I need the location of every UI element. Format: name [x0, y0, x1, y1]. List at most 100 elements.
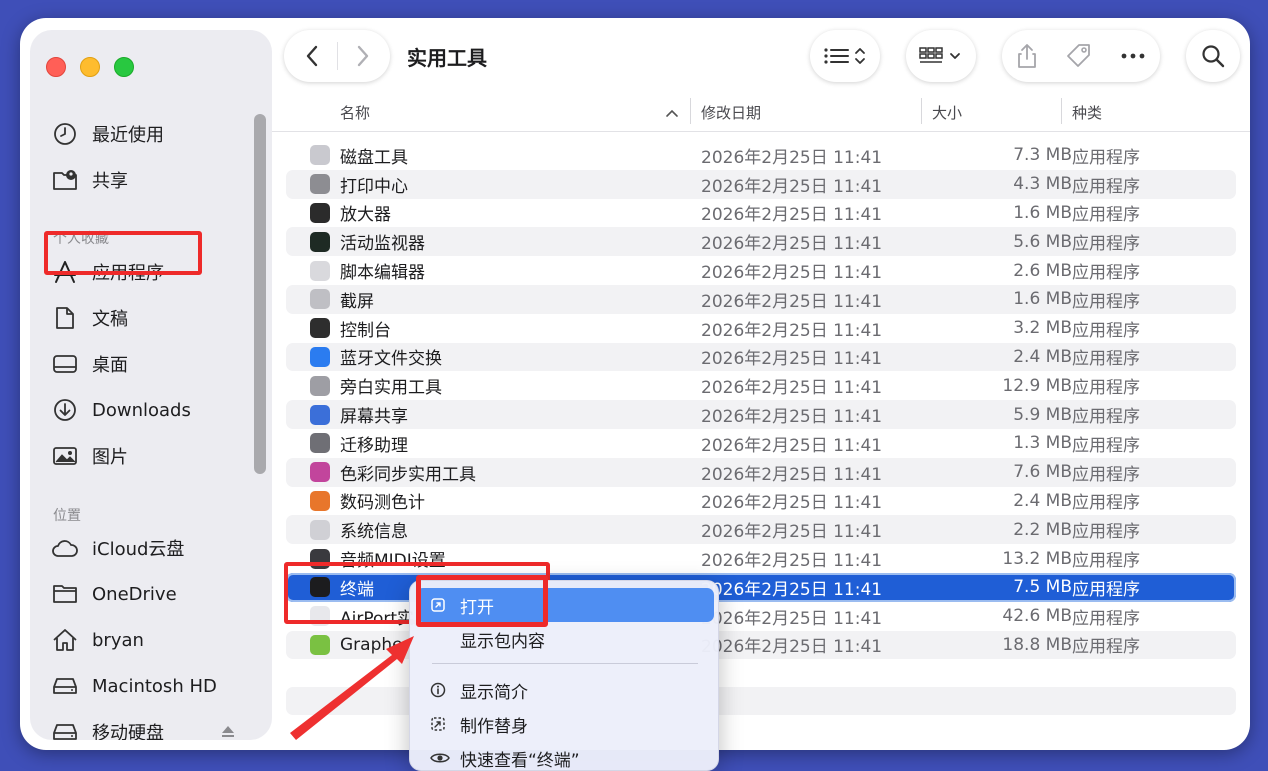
search-button[interactable] [1186, 30, 1240, 82]
file-size: 2.2 MB [1013, 519, 1072, 540]
sidebar-item-downloads[interactable]: Downloads [50, 393, 250, 427]
menu-item-show-package-contents[interactable]: 显示包内容 [416, 622, 714, 656]
sidebar-item-icloud[interactable]: iCloud云盘 [50, 531, 250, 565]
disk-icon [50, 673, 80, 699]
menu-item-label: 显示包内容 [460, 631, 545, 652]
share-button[interactable] [1016, 43, 1038, 69]
file-row[interactable]: 色彩同步实用工具 2026年2月25日 11:41 7.6 MB 应用程序 [286, 457, 1236, 487]
file-kind: 应用程序 [1072, 637, 1140, 658]
file-row[interactable]: 数码测色计 2026年2月25日 11:41 2.4 MB 应用程序 [286, 487, 1236, 516]
file-kind: 应用程序 [1072, 608, 1140, 629]
annotation-highlight-applications [44, 231, 202, 275]
close-window-button[interactable] [46, 57, 66, 77]
file-size: 1.6 MB [1013, 202, 1072, 223]
file-row[interactable]: 旁白实用工具 2026年2月25日 11:41 12.9 MB 应用程序 [286, 371, 1236, 400]
sidebar-item-desktop[interactable]: 桌面 [50, 347, 250, 381]
column-separator [1061, 98, 1062, 124]
file-date: 2026年2月25日 11:41 [701, 407, 883, 428]
file-row[interactable]: 脚本编辑器 2026年2月25日 11:41 2.6 MB 应用程序 [286, 256, 1236, 285]
sidebar-item-external-drive[interactable]: 移动硬盘 [50, 715, 250, 740]
cloud-icon [50, 535, 80, 561]
file-kind: 应用程序 [1072, 147, 1140, 168]
file-kind: 应用程序 [1072, 263, 1140, 284]
sidebar-item-onedrive[interactable]: OneDrive [50, 577, 250, 611]
sidebar-item-label: Downloads [92, 399, 191, 421]
minimize-window-button[interactable] [80, 57, 100, 77]
file-name: 蓝牙文件交换 [340, 349, 442, 370]
file-size: 1.3 MB [1013, 433, 1072, 454]
file-date: 2026年2月25日 11:41 [701, 579, 883, 600]
menu-item-quick-look[interactable]: 快速查看“终端” [416, 741, 714, 771]
window-title: 实用工具 [407, 46, 487, 70]
file-row[interactable]: 活动监视器 2026年2月25日 11:41 5.6 MB 应用程序 [286, 227, 1236, 257]
file-date: 2026年2月25日 11:41 [701, 234, 883, 255]
sidebar-item-macintosh-hd[interactable]: Macintosh HD [50, 669, 250, 703]
zoom-window-button[interactable] [114, 57, 134, 77]
sidebar-item-documents[interactable]: 文稿 [50, 301, 250, 335]
file-kind: 应用程序 [1072, 320, 1140, 341]
sidebar-item-shared[interactable]: 共享 [50, 163, 250, 197]
desktop-icon [50, 351, 80, 377]
menu-item-get-info[interactable]: 显示简介 [416, 673, 714, 707]
download-icon [50, 397, 80, 423]
menu-item-make-alias[interactable]: 制作替身 [416, 707, 714, 741]
file-row[interactable]: 迁移助理 2026年2月25日 11:41 1.3 MB 应用程序 [286, 429, 1236, 458]
app-icon [310, 433, 330, 454]
sidebar-scrollbar[interactable] [254, 114, 266, 474]
file-size: 1.6 MB [1013, 289, 1072, 310]
file-kind: 应用程序 [1072, 176, 1140, 197]
file-size: 4.3 MB [1013, 174, 1072, 195]
column-header-size[interactable]: 大小 [932, 102, 962, 123]
forward-button[interactable] [338, 45, 388, 67]
menu-separator [432, 663, 698, 664]
file-name: 色彩同步实用工具 [340, 464, 476, 485]
column-header-date[interactable]: 修改日期 [701, 102, 761, 123]
eject-icon[interactable] [220, 723, 236, 740]
app-icon [310, 202, 330, 223]
file-row[interactable]: 控制台 2026年2月25日 11:41 3.2 MB 应用程序 [286, 314, 1236, 343]
sidebar-item-label: 最近使用 [92, 125, 164, 146]
file-row[interactable]: 磁盘工具 2026年2月25日 11:41 7.3 MB 应用程序 [286, 141, 1236, 170]
file-row[interactable]: 放大器 2026年2月25日 11:41 1.6 MB 应用程序 [286, 199, 1236, 228]
back-button[interactable] [287, 45, 337, 67]
column-header-name[interactable]: 名称 [340, 102, 370, 123]
file-date: 2026年2月25日 11:41 [701, 205, 883, 226]
app-icon [310, 519, 330, 540]
file-name: 打印中心 [340, 176, 408, 197]
sidebar-item-recents[interactable]: 最近使用 [50, 117, 250, 151]
list-view-button[interactable] [810, 30, 880, 82]
file-size: 5.6 MB [1013, 231, 1072, 252]
document-icon [50, 305, 80, 331]
file-size: 7.5 MB [1013, 577, 1072, 598]
file-row[interactable]: 屏幕共享 2026年2月25日 11:41 5.9 MB 应用程序 [286, 400, 1236, 429]
more-button[interactable] [1120, 52, 1146, 60]
file-date: 2026年2月25日 11:41 [701, 608, 883, 629]
file-size: 2.4 MB [1013, 490, 1072, 511]
tag-icon [1067, 44, 1090, 67]
sidebar-item-label: 共享 [92, 171, 128, 192]
file-name: 数码测色计 [340, 493, 425, 514]
app-icon [310, 634, 330, 655]
file-kind: 应用程序 [1072, 378, 1140, 399]
column-header-kind[interactable]: 种类 [1072, 102, 1102, 123]
tag-button[interactable] [1065, 43, 1093, 69]
sidebar-item-home[interactable]: bryan [50, 623, 250, 657]
sidebar-item-label: 桌面 [92, 355, 128, 376]
file-name: 截屏 [340, 291, 374, 312]
file-name: 磁盘工具 [340, 147, 408, 168]
search-icon [1202, 45, 1225, 68]
file-row[interactable]: 系统信息 2026年2月25日 11:41 2.2 MB 应用程序 [286, 515, 1236, 545]
sidebar-item-pictures[interactable]: 图片 [50, 439, 250, 473]
file-size: 18.8 MB [1002, 634, 1072, 655]
group-button[interactable] [906, 30, 976, 82]
disk-icon [50, 719, 80, 740]
file-name: 脚本编辑器 [340, 263, 425, 284]
file-row[interactable]: 打印中心 2026年2月25日 11:41 4.3 MB 应用程序 [286, 169, 1236, 199]
sidebar-item-label: Macintosh HD [92, 675, 217, 697]
file-row[interactable]: 截屏 2026年2月25日 11:41 1.6 MB 应用程序 [286, 284, 1236, 314]
sidebar-item-label: OneDrive [92, 583, 177, 605]
file-size: 3.2 MB [1013, 318, 1072, 339]
sort-ascending-icon[interactable] [665, 108, 679, 118]
file-row[interactable]: 蓝牙文件交换 2026年2月25日 11:41 2.4 MB 应用程序 [286, 342, 1236, 372]
nav-buttons [284, 30, 390, 82]
